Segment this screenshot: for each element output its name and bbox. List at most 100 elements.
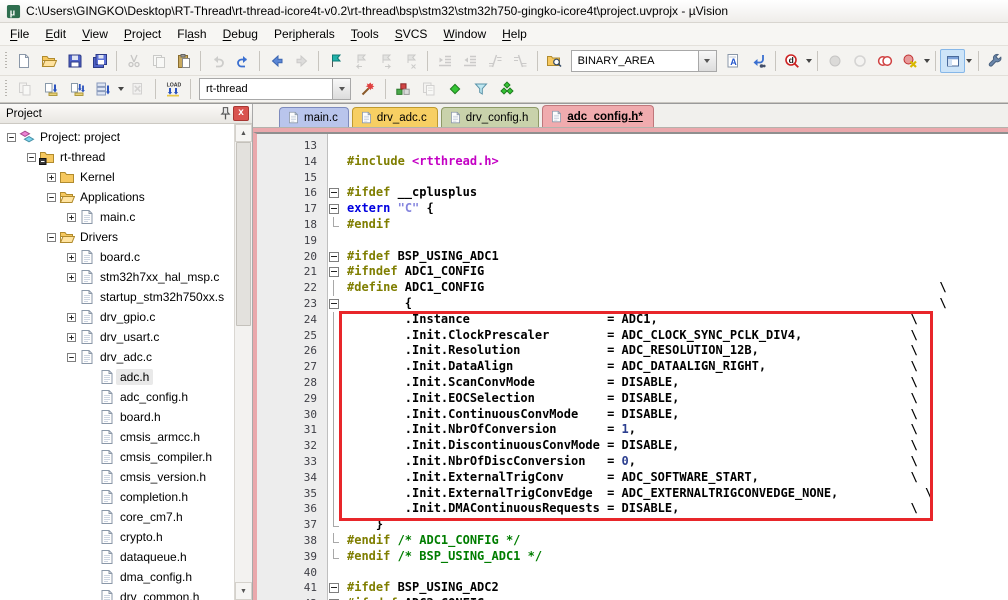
- scroll-up-arrow-icon[interactable]: ▲: [235, 124, 252, 142]
- fold-collapse-icon[interactable]: [327, 580, 342, 596]
- code-text[interactable]: #endif /* BSP_USING_ADC1 */: [342, 549, 542, 565]
- line-number[interactable]: 27: [257, 359, 327, 375]
- search-combo[interactable]: BINARY_AREA: [571, 50, 717, 72]
- cut-button[interactable]: [121, 49, 146, 73]
- uncomment-button[interactable]: [508, 49, 533, 73]
- tree-item-completion-h[interactable]: completion.h: [0, 487, 235, 507]
- line-number[interactable]: 38: [257, 533, 327, 549]
- expander-minus-icon[interactable]: [24, 147, 39, 167]
- configure-wrench-button[interactable]: [983, 49, 1008, 73]
- expander-plus-icon[interactable]: [64, 307, 79, 327]
- expander-minus-icon[interactable]: [4, 127, 19, 147]
- line-number[interactable]: 16: [257, 185, 327, 201]
- expander-minus-icon[interactable]: [44, 227, 59, 247]
- line-number[interactable]: 21: [257, 264, 327, 280]
- tree-item-project-project[interactable]: Project: project: [0, 127, 235, 147]
- code-text[interactable]: }: [342, 517, 383, 533]
- tree-item-drivers[interactable]: Drivers: [0, 227, 235, 247]
- pack-installer-button[interactable]: [442, 77, 468, 101]
- download-load-button[interactable]: LOAD: [160, 77, 186, 101]
- line-number[interactable]: 40: [257, 565, 327, 581]
- tree-item-crypto-h[interactable]: crypto.h: [0, 527, 235, 547]
- code-text[interactable]: .Init.Resolution = ADC_RESOLUTION_12B, \: [342, 343, 918, 359]
- code-text[interactable]: .Init.DiscontinuousConvMode = DISABLE, \: [342, 438, 918, 454]
- menu-svcs[interactable]: SVCS: [387, 25, 436, 43]
- toolbar-grip[interactable]: [5, 52, 7, 70]
- tree-item-drv-common-h[interactable]: drv_common.h: [0, 587, 235, 600]
- line-number[interactable]: 37: [257, 517, 327, 533]
- line-number[interactable]: 14: [257, 154, 327, 170]
- line-number[interactable]: 15: [257, 170, 327, 186]
- indent-button[interactable]: [432, 49, 457, 73]
- build-button[interactable]: [38, 77, 64, 101]
- code-text[interactable]: .Init.ExternalTrigConvEdge = ADC_EXTERNA…: [342, 486, 932, 502]
- redo-button[interactable]: [230, 49, 255, 73]
- code-text[interactable]: #ifdef __cplusplus: [342, 185, 477, 201]
- code-text[interactable]: [342, 138, 347, 154]
- tab-adc-config-h[interactable]: adc_config.h*: [542, 105, 653, 127]
- expander-plus-icon[interactable]: [64, 267, 79, 287]
- chevron-down-icon[interactable]: [332, 79, 350, 99]
- undo-button[interactable]: [205, 49, 230, 73]
- find-text-button[interactable]: A: [721, 49, 746, 73]
- line-number[interactable]: 28: [257, 375, 327, 391]
- line-number[interactable]: 23: [257, 296, 327, 312]
- menu-project[interactable]: Project: [116, 25, 169, 43]
- fold-collapse-icon[interactable]: [327, 201, 342, 217]
- code-text[interactable]: [342, 565, 347, 581]
- tree-item-stm32h7xx-hal-msp-c[interactable]: stm32h7xx_hal_msp.c: [0, 267, 235, 287]
- line-number[interactable]: 33: [257, 454, 327, 470]
- expander-plus-icon[interactable]: [64, 207, 79, 227]
- code-text[interactable]: .Init.ScanConvMode = DISABLE, \: [342, 375, 918, 391]
- expander-plus-icon[interactable]: [44, 167, 59, 187]
- fold-collapse-icon[interactable]: [327, 249, 342, 265]
- code-text[interactable]: #ifdef BSP_USING_ADC2: [342, 580, 499, 596]
- tree-item-core-cm7-h[interactable]: core_cm7.h: [0, 507, 235, 527]
- line-number[interactable]: 26: [257, 343, 327, 359]
- chevron-down-icon[interactable]: [923, 50, 932, 72]
- menu-help[interactable]: Help: [494, 25, 535, 43]
- manage-rte-button[interactable]: [494, 77, 520, 101]
- fold-collapse-icon[interactable]: [327, 296, 342, 312]
- menu-peripherals[interactable]: Peripherals: [266, 25, 343, 43]
- chevron-down-icon[interactable]: [116, 78, 125, 100]
- save-all-button[interactable]: [87, 49, 112, 73]
- code-text[interactable]: #define ADC1_CONFIG \: [342, 280, 947, 296]
- tree-item-cmsis-version-h[interactable]: cmsis_version.h: [0, 467, 235, 487]
- expander-plus-icon[interactable]: [64, 247, 79, 267]
- code-text[interactable]: .Init.NbrOfDiscConversion = 0, \: [342, 454, 918, 470]
- menu-edit[interactable]: Edit: [37, 25, 74, 43]
- expander-minus-icon[interactable]: [44, 187, 59, 207]
- chevron-down-icon[interactable]: [965, 50, 974, 72]
- tree-item-drv-adc-c[interactable]: drv_adc.c: [0, 347, 235, 367]
- save-button[interactable]: [62, 49, 87, 73]
- code-text[interactable]: .Init.ExternalTrigConv = ADC_SOFTWARE_ST…: [342, 470, 918, 486]
- scrollbar-thumb[interactable]: [236, 142, 251, 326]
- toolbar-grip[interactable]: [5, 80, 7, 98]
- tree-item-cmsis-armcc-h[interactable]: cmsis_armcc.h: [0, 427, 235, 447]
- line-number[interactable]: 17: [257, 201, 327, 217]
- tree-item-adc-h[interactable]: adc.h: [0, 367, 235, 387]
- tree-item-rt-thread[interactable]: rt-thread: [0, 147, 235, 167]
- breakpoint-disable-all-button[interactable]: [872, 49, 897, 73]
- copy-button[interactable]: [146, 49, 171, 73]
- breakpoint-enable-button[interactable]: [847, 49, 872, 73]
- fold-collapse-icon[interactable]: [327, 596, 342, 600]
- tree-item-cmsis-compiler-h[interactable]: cmsis_compiler.h: [0, 447, 235, 467]
- bookmark-toggle-button[interactable]: [323, 49, 348, 73]
- line-number[interactable]: 31: [257, 422, 327, 438]
- breakpoint-toggle-button[interactable]: [822, 49, 847, 73]
- tree-item-drv-usart-c[interactable]: drv_usart.c: [0, 327, 235, 347]
- line-number[interactable]: 13: [257, 138, 327, 154]
- target-combo[interactable]: rt-thread: [199, 78, 351, 100]
- fold-collapse-icon[interactable]: [327, 185, 342, 201]
- menu-view[interactable]: View: [74, 25, 116, 43]
- code-text[interactable]: .Init.NbrOfConversion = 1, \: [342, 422, 918, 438]
- navigate-back-button[interactable]: [264, 49, 289, 73]
- select-software-packs-button[interactable]: [468, 77, 494, 101]
- options-for-target-button[interactable]: [355, 77, 381, 101]
- tree-item-main-c[interactable]: main.c: [0, 207, 235, 227]
- code-text[interactable]: #ifndef ADC2_CONFIG: [342, 596, 484, 600]
- tree-item-adc-config-h[interactable]: adc_config.h: [0, 387, 235, 407]
- tree-item-kernel[interactable]: Kernel: [0, 167, 235, 187]
